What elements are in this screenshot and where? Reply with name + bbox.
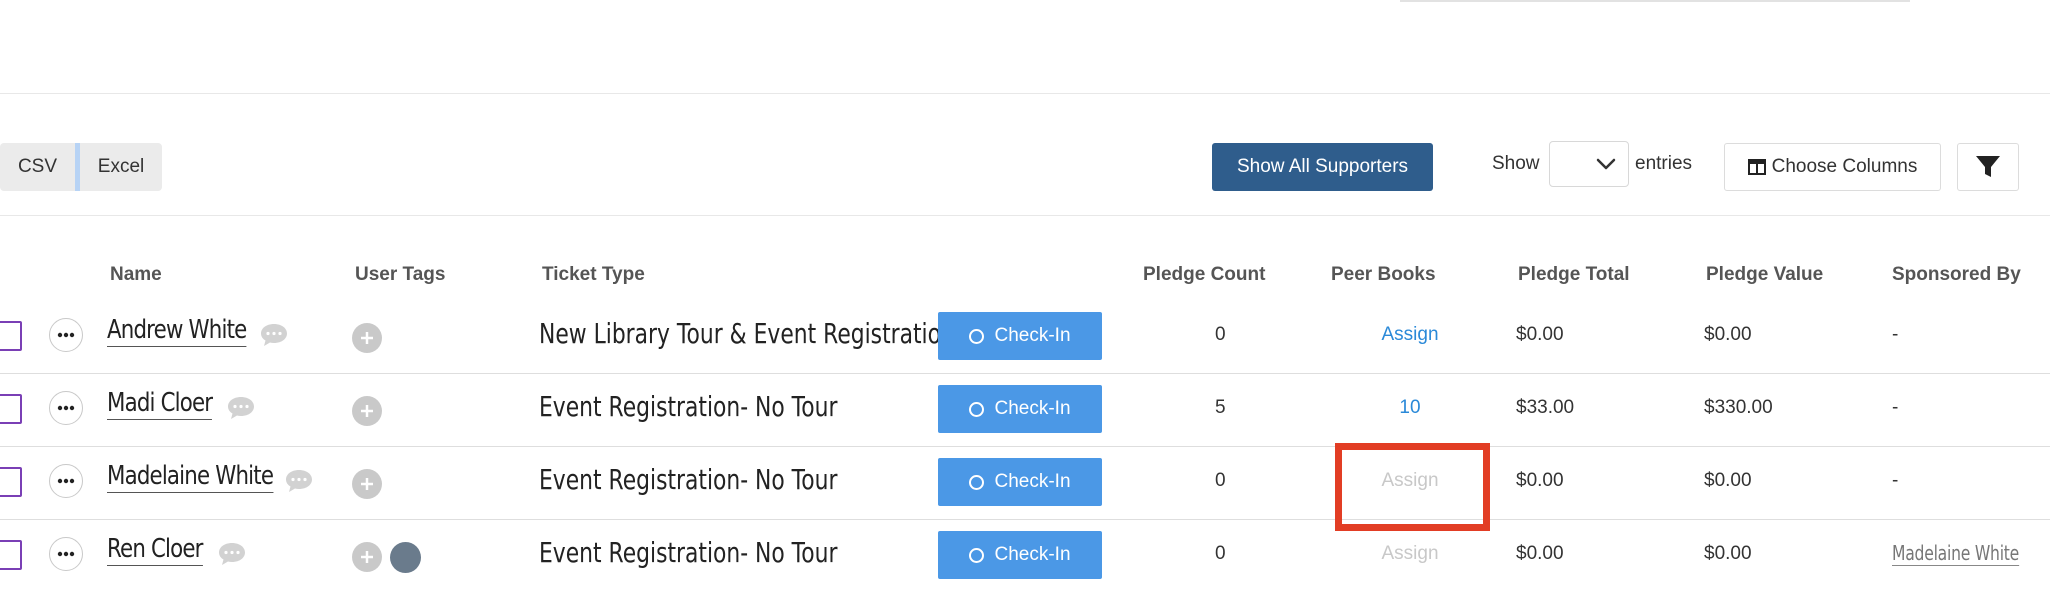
comment-icon[interactable] [226,395,256,421]
check-in-label: Check-In [994,471,1071,492]
search-input-underline[interactable] [1400,0,1910,2]
plus-icon [361,405,373,417]
column-header-pledge-value[interactable]: Pledge Value [1706,264,1823,286]
excel-export-button[interactable]: Excel [80,143,162,191]
export-button-group: CSV Excel [0,143,162,191]
columns-icon [1747,159,1766,175]
check-in-label: Check-In [994,325,1071,346]
table-row: Ren Cloer Event Registration- No Tour Ch… [0,519,2050,592]
ellipsis-icon [57,332,75,338]
choose-columns-button[interactable]: Choose Columns [1724,143,1941,191]
check-in-label: Check-In [994,398,1071,419]
column-header-sponsored-by[interactable]: Sponsored By [1892,264,2021,286]
toolbar-divider [0,215,2050,216]
peer-books-assign-link[interactable]: Assign [1380,324,1440,346]
column-header-peer-books[interactable]: Peer Books [1331,264,1436,286]
sponsored-by: - [1892,324,1899,345]
add-tag-button[interactable] [352,396,382,426]
ticket-type: Event Registration- No Tour [539,390,838,423]
ticket-type: Event Registration- No Tour [539,463,838,496]
row-select-checkbox[interactable] [0,394,22,424]
chevron-down-icon [1596,158,1616,170]
sponsored-by: - [1892,470,1899,491]
pledge-count: 5 [1215,397,1226,418]
row-select-checkbox[interactable] [0,540,22,570]
pledge-total: $0.00 [1516,324,1564,345]
sponsored-by-link[interactable]: Madelaine White [1892,541,2019,566]
peer-books-count-link[interactable]: 10 [1380,397,1440,419]
entries-select[interactable] [1549,141,1629,187]
ellipsis-icon [57,405,75,411]
row-actions-button[interactable] [49,464,83,498]
pledge-count: 0 [1215,543,1226,564]
circle-icon [969,547,985,563]
add-tag-button[interactable] [352,323,382,353]
check-in-label: Check-In [994,544,1071,565]
circle-icon [969,474,985,490]
comment-icon[interactable] [259,322,289,348]
show-entries-label: Show [1492,153,1540,174]
column-header-pledge-count[interactable]: Pledge Count [1143,264,1265,286]
circle-icon [969,328,985,344]
ellipsis-icon [57,551,75,557]
highlight-annotation-box [1335,443,1490,531]
supporter-name-link[interactable]: Andrew White [107,314,247,347]
check-in-button[interactable]: Check-In [938,531,1102,579]
pledge-total: $0.00 [1516,470,1564,491]
row-actions-button[interactable] [49,391,83,425]
pledge-total: $33.00 [1516,397,1575,418]
plus-icon [361,332,373,344]
ticket-type: New Library Tour & Event Registration [539,317,955,350]
check-in-button[interactable]: Check-In [938,312,1102,360]
column-header-ticket-type[interactable]: Ticket Type [542,264,645,286]
ticket-type: Event Registration- No Tour [539,536,838,569]
column-header-user-tags[interactable]: User Tags [355,264,445,286]
add-tag-button[interactable] [352,542,382,572]
row-select-checkbox[interactable] [0,467,22,497]
entries-label: entries [1635,153,1693,174]
column-header-pledge-total[interactable]: Pledge Total [1518,264,1630,286]
pledge-value: $330.00 [1704,397,1773,418]
plus-icon [361,551,373,563]
pledge-value: $0.00 [1704,324,1752,345]
filter-icon [1976,156,2000,177]
supporter-name-link[interactable]: Madi Cloer [107,387,213,420]
column-header-name[interactable]: Name [110,264,162,286]
add-tag-button[interactable] [352,469,382,499]
plus-icon [361,478,373,490]
section-divider [0,93,2050,94]
comment-icon[interactable] [284,468,314,494]
comment-icon[interactable] [217,541,247,567]
row-actions-button[interactable] [49,537,83,571]
choose-columns-label: Choose Columns [1771,156,1918,177]
user-tag-avatar[interactable] [390,542,421,573]
pledge-value: $0.00 [1704,543,1752,564]
sponsored-by: - [1892,397,1899,418]
supporter-name-link[interactable]: Madelaine White [107,460,274,493]
check-in-button[interactable]: Check-In [938,458,1102,506]
row-select-checkbox[interactable] [0,321,22,351]
ellipsis-icon [57,478,75,484]
table-row: Madelaine White Event Registration- No T… [0,446,2050,519]
check-in-button[interactable]: Check-In [938,385,1102,433]
filter-button[interactable] [1957,143,2019,191]
circle-icon [969,401,985,417]
csv-export-button[interactable]: CSV [0,143,75,191]
peer-books-assign-link[interactable]: Assign [1380,543,1440,565]
table-row: Andrew White New Library Tour & Event Re… [0,300,2050,373]
supporter-name-link[interactable]: Ren Cloer [107,533,203,566]
pledge-count: 0 [1215,470,1226,491]
row-actions-button[interactable] [49,318,83,352]
show-all-supporters-button[interactable]: Show All Supporters [1212,143,1433,191]
pledge-value: $0.00 [1704,470,1752,491]
pledge-total: $0.00 [1516,543,1564,564]
table-row: Madi Cloer Event Registration- No Tour C… [0,373,2050,446]
pledge-count: 0 [1215,324,1226,345]
